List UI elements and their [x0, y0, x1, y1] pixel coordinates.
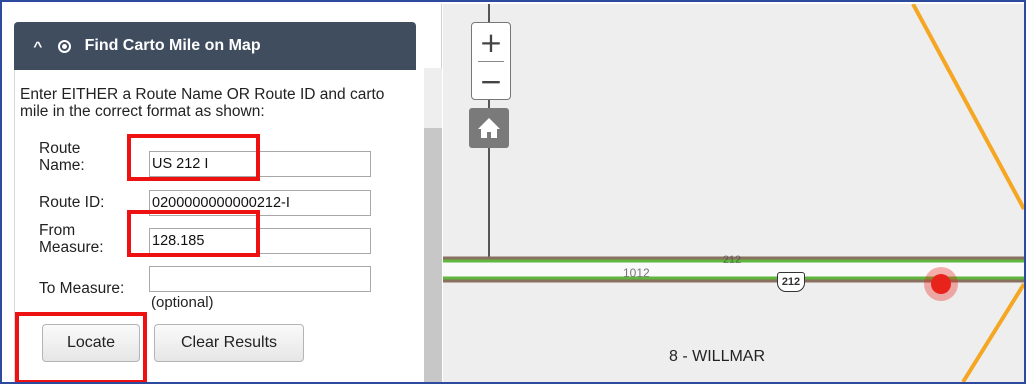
zoom-in-button[interactable]: + [472, 23, 510, 61]
to-measure-input[interactable] [149, 266, 371, 292]
locate-button-highlight [15, 312, 147, 382]
map-canvas [443, 4, 1024, 382]
screenshot-frame: ^ Find Carto Mile on Map Enter EITHER a … [0, 0, 1026, 384]
find-carto-mile-panel: ^ Find Carto Mile on Map Enter EITHER a … [4, 4, 442, 382]
location-marker [931, 274, 951, 294]
zoom-control: + − [471, 22, 511, 100]
instructions-text: Enter EITHER a Route Name OR Route ID an… [20, 86, 385, 120]
orange-road-line-lower [961, 282, 1024, 382]
to-measure-label: To Measure: [39, 280, 125, 297]
route-name-highlight [127, 134, 260, 181]
zoom-out-button[interactable]: − [472, 62, 510, 100]
panel-title: Find Carto Mile on Map [84, 37, 261, 54]
route-id-label: Route ID: [39, 194, 105, 211]
from-measure-label: From Measure: [39, 222, 104, 256]
panel-scrollbar-thumb[interactable] [424, 128, 442, 382]
target-icon [57, 39, 71, 53]
road-label: 1012 [623, 266, 650, 280]
us-highway-shield: 212 [777, 272, 805, 292]
to-measure-hint: (optional) [151, 294, 214, 311]
map-view[interactable]: 1012 212 212 8 - WILLMAR + − [443, 4, 1024, 382]
home-button[interactable] [469, 108, 509, 148]
orange-road-line [911, 4, 1024, 210]
panel-header[interactable]: ^ Find Carto Mile on Map [14, 22, 416, 70]
home-icon [478, 118, 500, 138]
chevron-up-icon[interactable]: ^ [33, 39, 42, 54]
clear-results-button[interactable]: Clear Results [154, 324, 304, 362]
from-measure-highlight [127, 210, 260, 257]
route-name-label: Route Name: [39, 140, 85, 174]
district-label: 8 - WILLMAR [669, 348, 766, 365]
highway-shield-faint: 212 [722, 254, 742, 266]
